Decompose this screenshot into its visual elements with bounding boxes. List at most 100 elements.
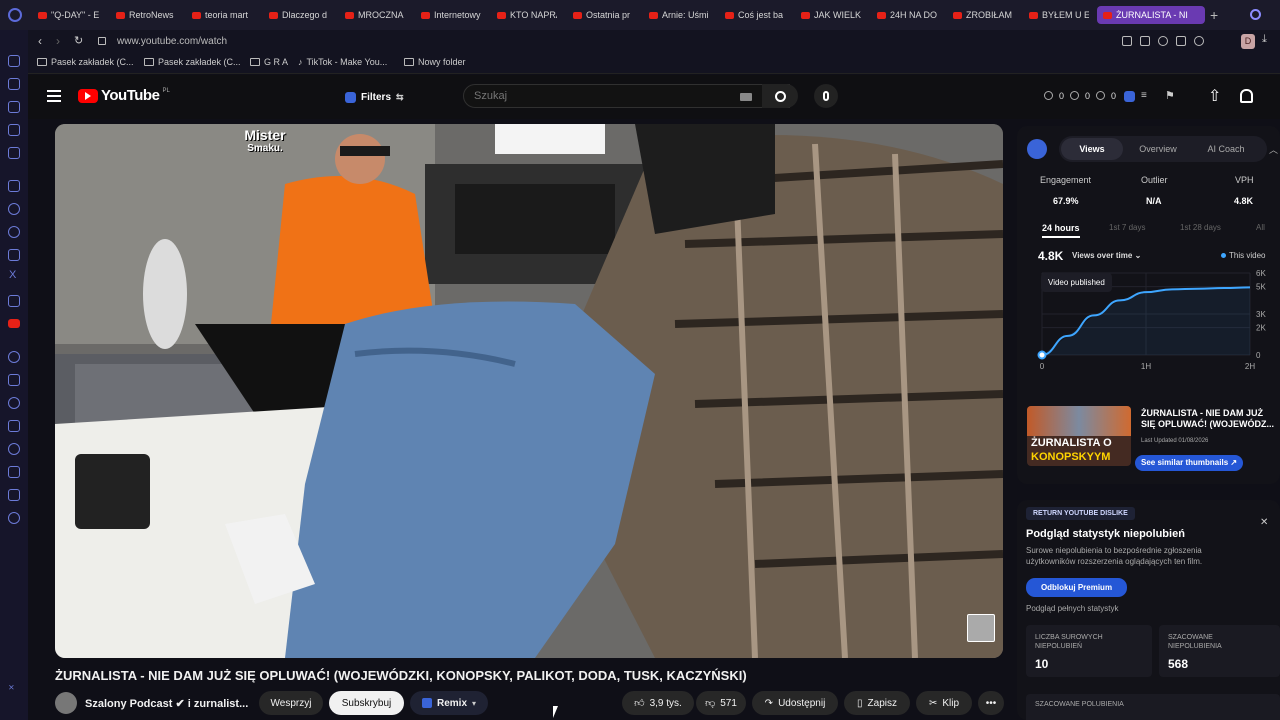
support-button[interactable]: Wesprzyj [259, 691, 323, 715]
sidebar-instagram-icon[interactable] [8, 249, 20, 261]
search-input[interactable] [474, 88, 734, 104]
profile-avatar[interactable]: D [1241, 34, 1255, 49]
tab-ai-coach[interactable]: AI Coach [1193, 144, 1259, 154]
sidebar-collapse-icon[interactable]: ⨯ [8, 683, 15, 692]
sidebar-extensions-icon[interactable] [8, 489, 20, 501]
bookmark-folder[interactable]: Pasek zakładek (C... [144, 57, 241, 67]
dislike-header-badge: RETURN YOUTUBE DISLIKE [1026, 507, 1135, 520]
sidebar-x-icon[interactable]: X [9, 269, 16, 281]
downloads-icon[interactable]: ⤓ [1262, 33, 1267, 46]
browser-tab[interactable]: KTO NAPRA [497, 6, 557, 24]
filters-button[interactable]: Filters ⇆ [337, 86, 412, 108]
vidiq-icon[interactable] [1124, 91, 1135, 102]
browser-tab[interactable]: "Q-DAY" - E [38, 6, 100, 24]
browser-tab[interactable]: Dlaczego d [269, 6, 329, 24]
sidebar-settings-icon[interactable] [8, 512, 20, 524]
back-icon[interactable]: ‹ [38, 34, 42, 48]
close-icon[interactable]: ✕ [1260, 517, 1268, 528]
clip-button[interactable]: ✂ Klip [916, 691, 972, 715]
voice-search-button[interactable] [814, 84, 838, 108]
range-28d[interactable]: 1st 28 days [1180, 223, 1221, 232]
sidebar-history-icon[interactable] [8, 420, 20, 432]
bookmark-folder[interactable]: Nowy folder [404, 57, 466, 67]
subscribe-button[interactable]: Subskrybuj [329, 691, 404, 715]
browser-tab[interactable]: BYŁEM U E [1029, 6, 1089, 24]
youtube-favicon-icon [649, 11, 658, 19]
channel-avatar[interactable] [55, 692, 77, 714]
sidebar-app-icon[interactable] [8, 147, 20, 159]
sidebar-heart-icon[interactable] [8, 397, 20, 409]
sidebar-messenger-icon[interactable] [8, 203, 20, 215]
browser-menu-icon[interactable] [8, 8, 22, 22]
award-icon[interactable]: ⚑ [1165, 89, 1175, 102]
remix-button[interactable]: Remix ▾ [410, 691, 488, 715]
save-button[interactable]: ▯ Zapisz [844, 691, 910, 715]
channel-branding-thumbnail[interactable] [967, 614, 995, 642]
browser-tab[interactable]: teoria mart [192, 6, 252, 24]
sidebar-app-icon[interactable] [8, 78, 20, 90]
full-stats-link[interactable]: Podgląd pełnych statystyk [1026, 604, 1119, 613]
forward-icon[interactable]: › [56, 34, 60, 48]
tab-overview[interactable]: Overview [1123, 144, 1193, 154]
see-similar-thumbnails-button[interactable]: See similar thumbnails ↗ [1135, 455, 1244, 471]
reload-icon[interactable]: ↻ [74, 34, 83, 47]
browser-tab-active[interactable]: ŻURNALISTA - NI [1097, 6, 1205, 24]
video-player[interactable]: Mister Smaku. [55, 124, 1003, 658]
video-thumbnail[interactable]: ŻURNALISTA O KONOPSKYYM [1027, 406, 1131, 466]
youtube-play-icon [78, 88, 98, 103]
range-7d[interactable]: 1st 7 days [1109, 223, 1145, 232]
chart-y-tick-label: 6K [1256, 269, 1266, 278]
sidebar-youtube-icon[interactable] [8, 319, 20, 328]
toolbar-extension-icons[interactable] [1122, 36, 1222, 48]
keyboard-icon[interactable] [740, 93, 752, 101]
thumb-title: ŻURNALISTA - NIE DAM JUŻ SIĘ OPLUWAĆ! (W… [1141, 408, 1274, 429]
sidebar-send-icon[interactable] [8, 374, 20, 386]
more-actions-button[interactable]: ••• [978, 691, 1004, 715]
youtube-logo[interactable]: YouTube PL [78, 87, 170, 104]
bookmark-tiktok[interactable]: ♪ TikTok - Make You... [298, 57, 387, 67]
range-all[interactable]: All [1256, 223, 1265, 232]
bookmark-folder[interactable]: G R A [250, 57, 288, 67]
sidebar-app-icon[interactable] [8, 55, 20, 67]
range-24h[interactable]: 24 hours [1042, 223, 1080, 238]
sidebar-app-icon[interactable] [8, 101, 20, 113]
list-icon[interactable]: ≡ [1141, 90, 1147, 101]
browser-tab[interactable]: JAK WIELKI [801, 6, 861, 24]
sidebar-twitch-icon[interactable] [8, 180, 20, 192]
browser-tab[interactable]: Coś jest ba [725, 6, 785, 24]
like-button[interactable]: 👍︎ 3,9 tys. [622, 691, 694, 715]
channel-name[interactable]: Szalony Podcast ✔ i zurnalist... [85, 697, 248, 710]
browser-tab[interactable]: 24H NA DO [877, 6, 937, 24]
search-tabs-icon[interactable] [1250, 9, 1261, 20]
sidebar-app-icon[interactable] [8, 351, 20, 363]
vidiq-logo-icon[interactable] [1027, 139, 1047, 159]
upload-icon[interactable]: ⇧ [1208, 86, 1221, 106]
url-field[interactable]: www.youtube.com/watch [117, 36, 227, 47]
bookmark-folder[interactable]: Pasek zakładek (C... [37, 57, 134, 67]
unlock-premium-button[interactable]: Odblokuj Premium [1026, 578, 1127, 597]
metric-engagement-value: 67.9% [1053, 196, 1079, 206]
new-tab-button[interactable]: + [1210, 7, 1218, 23]
sidebar-download-icon[interactable] [8, 466, 20, 478]
browser-tab[interactable]: MROCZNA [345, 6, 405, 24]
tab-views[interactable]: Views [1061, 138, 1123, 160]
sidebar-telegram-icon[interactable] [8, 226, 20, 238]
sidebar-discord-icon[interactable] [8, 295, 20, 307]
browser-tab[interactable]: RetroNews [116, 6, 176, 24]
hamburger-menu-icon[interactable] [47, 90, 61, 102]
chart-y-tick-label: 0 [1256, 351, 1261, 360]
browser-tab[interactable]: Arnie: Uśmi [649, 6, 709, 24]
microphone-icon [823, 91, 829, 101]
sidebar-app-icon[interactable] [8, 124, 20, 136]
browser-tab[interactable]: Ostatnia pr [573, 6, 633, 24]
raw-dislikes-card: LICZBA SUROWYCH NIEPOLUBIEŃ 10 [1026, 625, 1152, 677]
collapse-chevron-icon[interactable]: ︿ [1269, 143, 1278, 156]
search-button[interactable] [762, 84, 798, 108]
browser-tab[interactable]: Internetowy [421, 6, 481, 24]
browser-tab[interactable]: ZROBIŁAM [953, 6, 1013, 24]
sidebar-clock-icon[interactable] [8, 443, 20, 455]
notifications-bell-icon[interactable] [1240, 89, 1253, 103]
views-dropdown[interactable]: Views over time ⌄ [1072, 251, 1141, 260]
dislike-button[interactable]: 👎︎ 571 [696, 691, 746, 715]
share-button[interactable]: ↷ Udostępnij [752, 691, 838, 715]
